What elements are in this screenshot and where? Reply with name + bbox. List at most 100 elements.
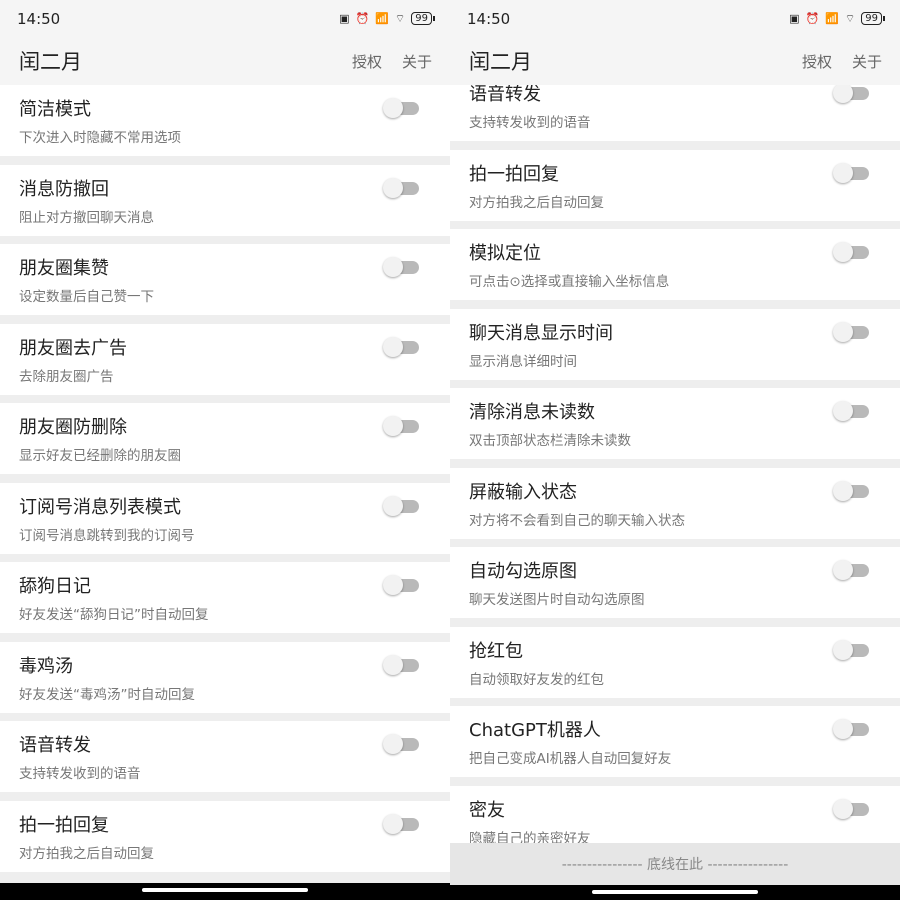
wifi-icon: ⌔ — [844, 11, 856, 25]
setting-item[interactable]: 拍一拍回复 对方拍我之后自动回复 — [450, 149, 900, 221]
toggle-switch[interactable] — [383, 813, 419, 834]
authorize-button[interactable]: 授权 — [352, 51, 382, 72]
nfc-icon: ▣ — [339, 12, 350, 25]
setting-title: ChatGPT机器人 — [469, 720, 601, 741]
setting-item[interactable]: 抢红包 自动领取好友发的红包 — [450, 626, 900, 698]
status-icons: ▣ ⏰ 📶 ⌔ 99 — [789, 11, 885, 26]
setting-desc: 阻止对方撤回聊天消息 — [19, 209, 154, 226]
setting-title: 模拟定位 — [469, 243, 541, 264]
setting-item[interactable]: 朋友圈集赞 设定数量后自己赞一下 — [0, 244, 450, 315]
setting-item[interactable]: 舔狗日记 好友发送“舔狗日记”时自动回复 — [0, 562, 450, 633]
navigation-bar — [0, 883, 450, 900]
toggle-switch[interactable] — [833, 401, 869, 421]
settings-list: 语音转发 支持转发收到的语音 拍一拍回复 对方拍我之后自动回复 模拟定位 可点击… — [450, 70, 900, 865]
battery-icon: 99 — [411, 12, 435, 25]
app-title: 闰二月 — [469, 50, 532, 74]
setting-title: 拍一拍回复 — [469, 163, 559, 185]
app-bar: 闰二月 授权 关于 — [0, 37, 450, 85]
status-time: 14:50 — [17, 9, 61, 28]
toggle-switch[interactable] — [833, 560, 869, 580]
setting-item[interactable]: 聊天消息显示时间 显示消息详细时间 — [450, 308, 900, 380]
app-title: 闰二月 — [19, 50, 82, 74]
app-actions: 授权 关于 — [352, 51, 432, 72]
setting-item[interactable]: ChatGPT机器人 把自己变成AI机器人自动回复好友 — [450, 706, 900, 777]
setting-title: 拍一拍回复 — [19, 814, 109, 836]
setting-desc: 支持转发收到的语音 — [19, 766, 141, 782]
setting-desc: 对方拍我之后自动回复 — [469, 194, 604, 211]
status-bar: 14:50 ▣ ⏰ 📶 ⌔ 99 — [0, 0, 450, 37]
setting-desc: 对方将不会看到自己的聊天输入状态 — [469, 512, 685, 529]
authorize-button[interactable]: 授权 — [802, 51, 832, 72]
left-screen: 14:50 ▣ ⏰ 📶 ⌔ 99 闰二月 授权 关于 简洁模式 下次进入时隐藏不… — [0, 0, 450, 900]
setting-title: 消息防撤回 — [19, 178, 109, 200]
setting-item[interactable]: 消息防撤回 阻止对方撤回聊天消息 — [0, 164, 450, 236]
setting-title: 朋友圈去广告 — [19, 337, 127, 359]
setting-desc: 把自己变成AI机器人自动回复好友 — [469, 751, 672, 767]
toggle-switch[interactable] — [383, 654, 419, 675]
setting-item[interactable]: 模拟定位 可点击⊙选择或直接输入坐标信息 — [450, 229, 900, 300]
setting-title: 抢红包 — [469, 640, 523, 662]
setting-title: 朋友圈集赞 — [19, 258, 109, 279]
toggle-switch[interactable] — [833, 242, 869, 262]
toggle-switch[interactable] — [383, 98, 419, 118]
toggle-switch[interactable] — [383, 495, 419, 516]
toggle-switch[interactable] — [383, 177, 419, 198]
setting-desc: 设定数量后自己赞一下 — [19, 289, 154, 305]
wifi-icon: ⌔ — [394, 11, 406, 25]
setting-title: 密友 — [469, 799, 505, 821]
about-button[interactable]: 关于 — [852, 51, 882, 72]
setting-desc: 好友发送“毒鸡汤”时自动回复 — [19, 686, 195, 703]
about-button[interactable]: 关于 — [402, 51, 432, 72]
toggle-switch[interactable] — [383, 734, 419, 754]
navigation-bar — [450, 885, 900, 900]
setting-desc: 显示消息详细时间 — [469, 353, 577, 370]
setting-item[interactable]: 清除消息未读数 双击顶部状态栏清除未读数 — [450, 388, 900, 459]
home-indicator[interactable] — [142, 888, 308, 892]
setting-desc: 去除朋友圈广告 — [19, 368, 114, 385]
setting-title: 屏蔽输入状态 — [469, 481, 577, 503]
status-icons: ▣ ⏰ 📶 ⌔ 99 — [339, 11, 435, 26]
list-end-footer: ---------------- 底线在此 ---------------- — [450, 843, 900, 885]
setting-item[interactable]: 朋友圈去广告 去除朋友圈广告 — [0, 323, 450, 395]
toggle-switch[interactable] — [383, 336, 419, 357]
toggle-switch[interactable] — [833, 719, 869, 739]
toggle-switch[interactable] — [833, 798, 869, 819]
toggle-switch[interactable] — [833, 162, 869, 183]
setting-title: 自动勾选原图 — [469, 561, 577, 582]
setting-item[interactable]: 订阅号消息列表模式 订阅号消息跳转到我的订阅号 — [0, 482, 450, 554]
toggle-switch[interactable] — [383, 575, 419, 595]
setting-desc: 可点击⊙选择或直接输入坐标信息 — [469, 274, 670, 290]
right-screen: 14:50 ▣ ⏰ 📶 ⌔ 99 闰二月 授权 关于 语音转发 支持转发收到的语… — [450, 0, 900, 900]
setting-title: 朋友圈防删除 — [19, 417, 127, 438]
settings-list: 简洁模式 下次进入时隐藏不常用选项 消息防撤回 阻止对方撤回聊天消息 朋友圈集赞… — [0, 85, 450, 880]
setting-desc: 聊天发送图片时自动勾选原图 — [469, 592, 645, 608]
toggle-switch[interactable] — [833, 321, 869, 342]
setting-item[interactable]: 朋友圈防删除 显示好友已经删除的朋友圈 — [0, 403, 450, 474]
setting-title: 毒鸡汤 — [19, 655, 73, 677]
setting-title: 订阅号消息列表模式 — [19, 496, 181, 518]
app-actions: 授权 关于 — [802, 51, 882, 72]
toggle-switch[interactable] — [383, 416, 419, 436]
battery-icon: 99 — [861, 12, 885, 25]
setting-item[interactable]: 拍一拍回复 对方拍我之后自动回复 — [0, 800, 450, 872]
setting-desc: 下次进入时隐藏不常用选项 — [19, 130, 181, 146]
setting-desc: 支持转发收到的语音 — [469, 115, 591, 131]
setting-item[interactable]: 毒鸡汤 好友发送“毒鸡汤”时自动回复 — [0, 641, 450, 713]
setting-item[interactable]: 简洁模式 下次进入时隐藏不常用选项 — [0, 85, 450, 156]
setting-item[interactable]: 语音转发 支持转发收到的语音 — [0, 721, 450, 792]
toggle-switch[interactable] — [833, 639, 869, 660]
setting-title: 语音转发 — [19, 735, 91, 756]
setting-title: 舔狗日记 — [19, 576, 91, 597]
toggle-switch[interactable] — [833, 480, 869, 501]
setting-desc: 显示好友已经删除的朋友圈 — [19, 448, 181, 464]
home-indicator[interactable] — [592, 890, 758, 894]
setting-item[interactable]: 屏蔽输入状态 对方将不会看到自己的聊天输入状态 — [450, 467, 900, 539]
alarm-icon: ⏰ — [805, 12, 820, 25]
toggle-switch[interactable] — [833, 83, 869, 103]
setting-desc: 好友发送“舔狗日记”时自动回复 — [19, 607, 209, 623]
setting-desc: 双击顶部状态栏清除未读数 — [469, 433, 631, 449]
setting-item[interactable]: 自动勾选原图 聊天发送图片时自动勾选原图 — [450, 547, 900, 618]
toggle-switch[interactable] — [383, 257, 419, 277]
signal-icon: 📶 — [375, 12, 389, 25]
setting-title: 清除消息未读数 — [469, 402, 595, 423]
